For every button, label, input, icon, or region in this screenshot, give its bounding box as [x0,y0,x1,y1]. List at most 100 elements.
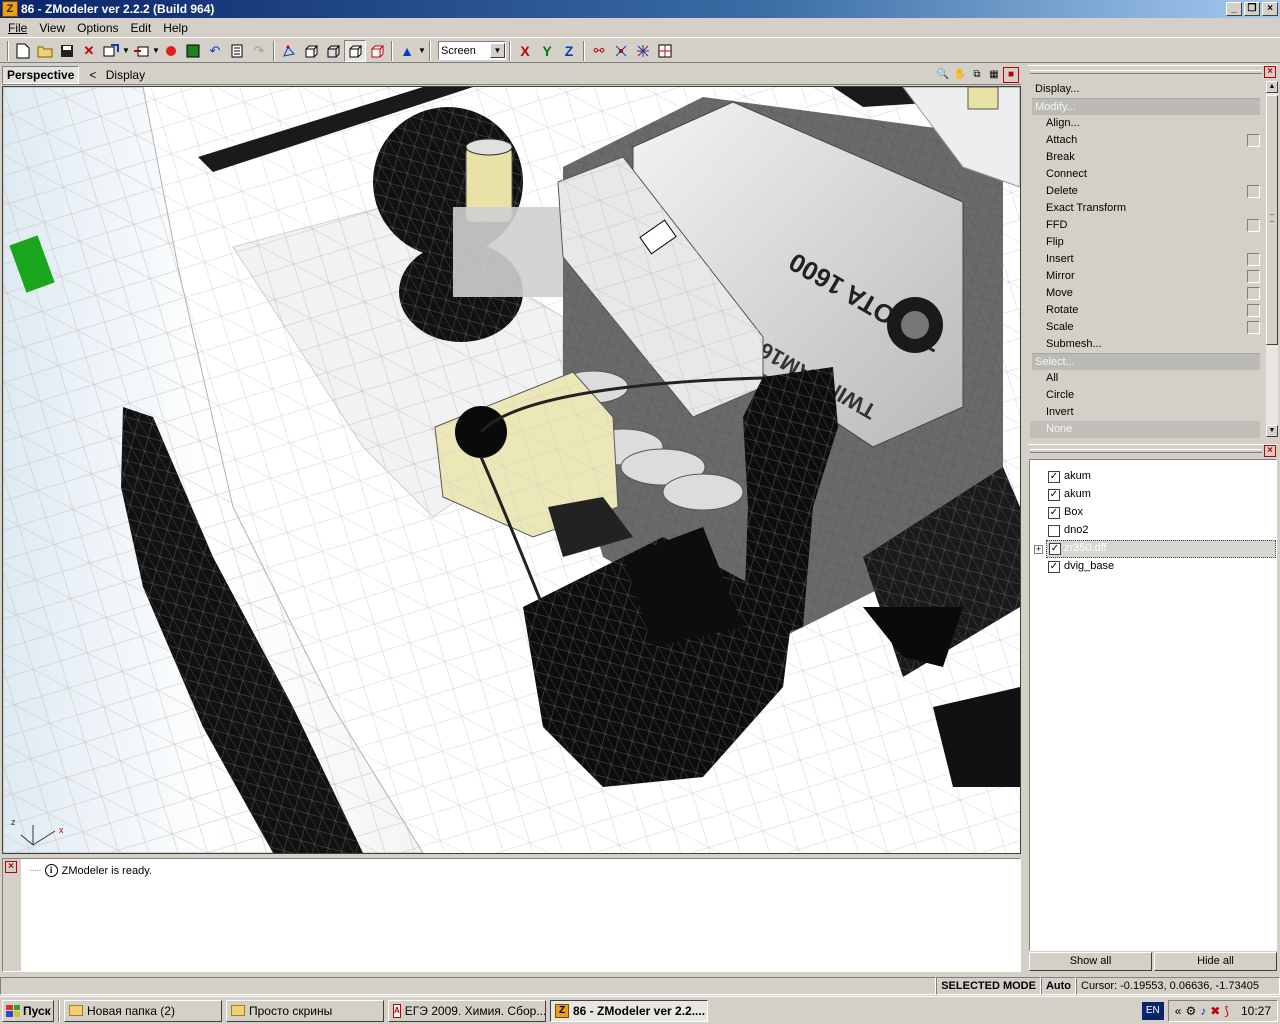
antivirus-icon[interactable]: ✖ [1210,1004,1220,1018]
panel-grip[interactable] [1030,70,1262,74]
axis-z-button[interactable]: Z [558,40,580,62]
task-button-pdf[interactable]: A ЕГЭ 2009. Химия. Сбор... [388,999,546,1022]
vertices-mode-icon[interactable] [278,40,300,62]
snap-icon[interactable]: ⚯ [588,40,610,62]
pan-hand-icon[interactable]: ✋ [952,67,968,83]
command-item[interactable]: Rotate [1030,302,1264,319]
scroll-thumb[interactable] [1266,95,1278,345]
record-icon[interactable] [160,40,182,62]
tree-item[interactable]: ✓ akum [1030,468,1276,486]
task-button-new-folder[interactable]: Новая папка (2) [64,999,222,1022]
tree-item[interactable]: + ✓ zr350.dff [1034,540,1276,558]
command-item[interactable]: Connect [1030,166,1264,183]
visibility-checkbox[interactable]: ✓ [1048,507,1060,519]
scroll-down-icon[interactable]: ▼ [1266,425,1278,437]
grid-icon[interactable] [654,40,676,62]
scroll-up-icon[interactable]: ▲ [1266,81,1278,93]
pivot-dropdown-icon[interactable]: ▼ [418,46,426,55]
command-item[interactable]: Flip [1030,234,1264,251]
coordinate-system-select[interactable]: Screen ▼ [438,41,506,60]
zoom-icon[interactable]: 🔍 [935,67,951,83]
close-panel-icon[interactable]: × [1264,66,1276,78]
visibility-checkbox[interactable]: ✓ [1048,489,1060,501]
redo-icon[interactable]: ↷ [248,40,270,62]
selection-mode-icon[interactable] [344,39,366,62]
menu-edit[interactable]: Edit [125,21,158,35]
command-options-button[interactable] [1247,253,1260,266]
scene-render[interactable]: TOYOTA 1600 TWINCAM16 VALVE z x [3,87,1020,853]
faces-mode-icon[interactable] [300,40,322,62]
render-icon[interactable] [182,40,204,62]
start-button[interactable]: Пуск [2,999,54,1022]
command-item[interactable]: Attach [1030,132,1264,149]
command-item[interactable]: All [1030,370,1264,387]
close-panel-icon[interactable]: × [1264,445,1276,457]
save-file-icon[interactable] [56,40,78,62]
menu-file[interactable]: File [2,21,33,35]
menu-help[interactable]: Help [157,21,194,35]
mirror-axis-icon[interactable] [632,40,654,62]
tree-item[interactable]: dno2 [1030,522,1276,540]
minimize-button[interactable]: _ [1226,2,1242,16]
task-button-screenshots[interactable]: Просто скрины [226,999,384,1022]
command-item[interactable]: Submesh... [1030,336,1264,353]
volume-icon[interactable]: ♪ [1200,1004,1206,1018]
tree-item[interactable]: ✓ dvig_base [1030,558,1276,576]
viewport-display-menu[interactable]: < Display [89,68,145,82]
perspective-viewport[interactable]: TOYOTA 1600 TWINCAM16 VALVE z x [2,86,1021,854]
command-options-button[interactable] [1247,185,1260,198]
close-log-icon[interactable]: × [5,861,17,873]
command-item[interactable]: Circle [1030,387,1264,404]
command-item[interactable]: Display... [1030,81,1264,98]
pivot-icon[interactable]: ▲ [396,40,418,62]
menu-view[interactable]: View [33,21,71,35]
command-options-button[interactable] [1247,270,1260,283]
command-options-button[interactable] [1247,287,1260,300]
expand-icon[interactable]: + [1034,545,1043,554]
status-auto[interactable]: Auto [1040,977,1076,995]
objects-mode-icon[interactable] [322,40,344,62]
stop-icon[interactable]: ■ [1003,67,1019,83]
tree-item[interactable]: ✓ akum [1030,486,1276,504]
tray-expand-icon[interactable]: « [1175,1004,1182,1018]
acrobat-icon[interactable]: ⟆ [1224,1004,1229,1018]
undo-icon[interactable]: ↶ [204,40,226,62]
chevron-down-icon[interactable]: ▼ [490,43,505,58]
command-options-button[interactable] [1247,304,1260,317]
axis-x-button[interactable]: X [514,40,536,62]
properties-icon[interactable] [226,40,248,62]
command-options-button[interactable] [1247,321,1260,334]
filter-mode-icon[interactable] [366,40,388,62]
import-icon[interactable] [100,40,122,62]
hide-all-button[interactable]: Hide all [1154,952,1277,971]
command-item[interactable]: FFD [1030,217,1264,234]
export-dropdown-icon[interactable]: ▼ [152,46,160,55]
open-file-icon[interactable] [34,40,56,62]
import-dropdown-icon[interactable]: ▼ [122,46,130,55]
new-file-icon[interactable] [12,40,34,62]
command-options-button[interactable] [1247,134,1260,147]
task-button-zmodeler[interactable]: Z 86 - ZModeler ver 2.2.... [550,999,708,1022]
menu-options[interactable]: Options [71,21,124,35]
restore-button[interactable]: ❐ [1244,2,1260,16]
viewport-tab-perspective[interactable]: Perspective [2,65,80,84]
command-item[interactable]: Scale [1030,319,1264,336]
language-indicator[interactable]: EN [1141,1001,1164,1020]
command-group[interactable]: Select... [1032,353,1260,370]
commands-scrollbar[interactable]: ▲ ▼ [1266,81,1278,437]
grid-toggle-icon[interactable]: ▦ [986,67,1002,83]
command-item[interactable]: Move [1030,285,1264,302]
export-icon[interactable] [130,40,152,62]
delete-icon[interactable]: ✕ [78,40,100,62]
command-item[interactable]: Exact Transform [1030,200,1264,217]
visibility-checkbox[interactable]: ✓ [1048,471,1060,483]
command-item[interactable]: Invert [1030,404,1264,421]
command-options-button[interactable] [1247,219,1260,232]
axis-y-button[interactable]: Y [536,40,558,62]
close-button[interactable]: × [1262,2,1278,16]
visibility-checkbox[interactable]: ✓ [1048,561,1060,573]
zmodeler-app-icon[interactable]: Z [2,1,18,17]
align-axis-icon[interactable] [610,40,632,62]
command-group[interactable]: Modify... [1032,98,1260,115]
visibility-checkbox[interactable]: ✓ [1049,543,1061,555]
